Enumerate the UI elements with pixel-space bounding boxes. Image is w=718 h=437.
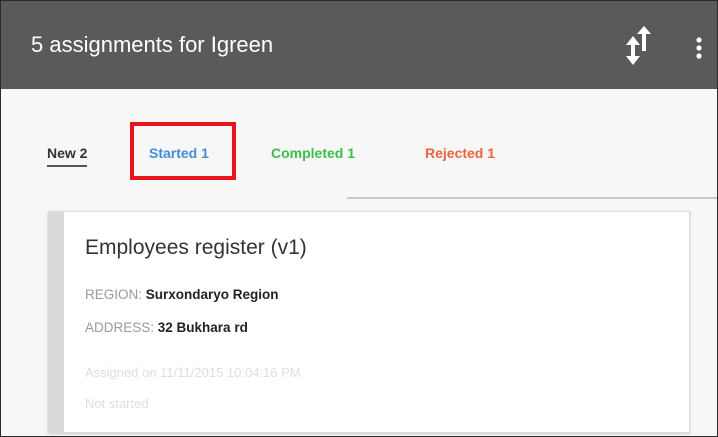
app-window: 5 assignments for Igreen New 2 Started 1…: [0, 0, 718, 437]
assignment-title: Employees register (v1): [85, 236, 307, 259]
assignment-card[interactable]: Employees register (v1) REGION: Surxonda…: [48, 211, 690, 433]
address-field: ADDRESS: 32 Bukhara rd: [85, 320, 248, 336]
region-field: REGION: Surxondaryo Region: [85, 287, 279, 303]
sort-arrows-icon: [626, 26, 651, 65]
region-label: REGION:: [85, 287, 146, 302]
overflow-menu-button[interactable]: [689, 27, 709, 67]
tab-completed-label: Completed 1: [271, 145, 356, 161]
tab-completed[interactable]: Completed 1: [271, 144, 355, 162]
highlight-box: [130, 122, 236, 180]
tabs-divider: [347, 197, 717, 199]
tab-new-underline: [47, 165, 88, 167]
tab-new[interactable]: New 2: [47, 144, 88, 167]
more-vert-icon: [696, 37, 702, 59]
address-value: 32 Bukhara rd: [157, 320, 248, 335]
assigned-date: Assigned on 11/11/2015 10:04:16 PM: [85, 365, 301, 380]
address-label: ADDRESS:: [85, 320, 158, 335]
tab-rejected[interactable]: Rejected 1: [425, 144, 495, 162]
page-title: 5 assignments for Igreen: [31, 32, 274, 57]
assignment-status: Not started: [85, 396, 149, 411]
region-value: Surxondaryo Region: [145, 287, 279, 302]
sort-button[interactable]: [621, 23, 657, 67]
tab-new-label: New 2: [47, 145, 88, 161]
card-stripe: [49, 212, 64, 432]
app-bar: 5 assignments for Igreen: [1, 1, 717, 89]
status-tabs: New 2 Started 1 Completed 1 Rejected 1: [1, 89, 717, 201]
tab-rejected-label: Rejected 1: [425, 145, 496, 161]
